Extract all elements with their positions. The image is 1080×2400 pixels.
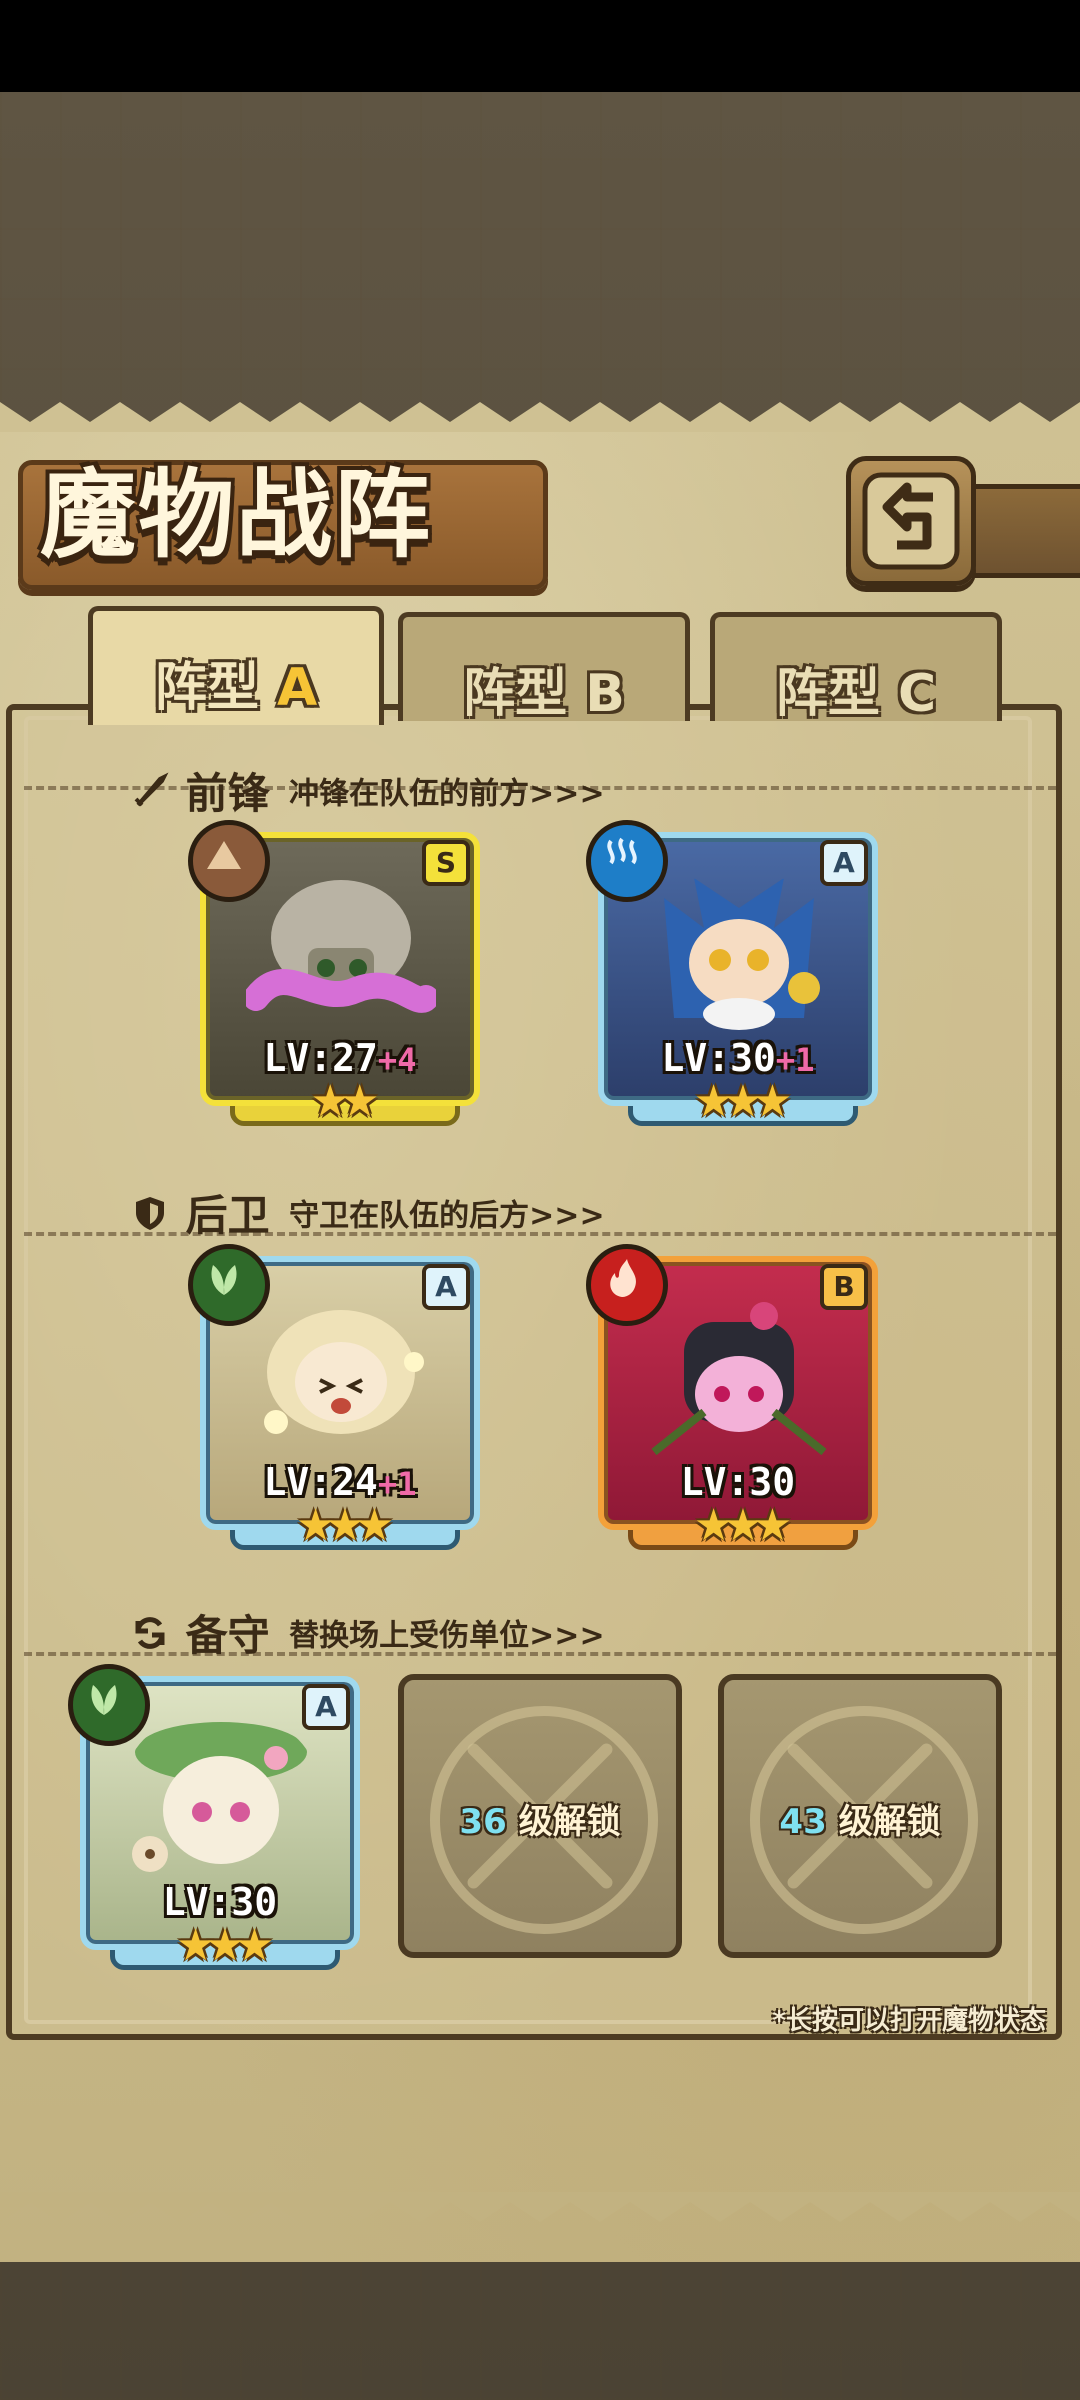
long-press-hint: *长按可以打开魔物状态 xyxy=(772,2006,1046,2036)
section-header-front: 前锋 冲锋在队伍的前方>>> xyxy=(130,760,605,821)
monster-portrait xyxy=(264,1310,424,1434)
grass-element-icon xyxy=(68,1664,150,1746)
unlock-requirement: 43 级解锁 xyxy=(779,1802,941,1842)
monster-portrait xyxy=(651,1302,827,1456)
water-element-icon xyxy=(586,820,668,902)
star-rating: ★★★ xyxy=(295,1500,394,1551)
star-rating: ★★★ xyxy=(693,1500,792,1551)
unit-card-rear-1[interactable]: LV:24+1 A ★★★ xyxy=(188,1244,480,1550)
section-desc-rear: 守卫在队伍的后方>>> xyxy=(289,1198,605,1234)
star-rating: ★★★ xyxy=(175,1920,274,1971)
sword-icon xyxy=(134,772,169,806)
torn-edge-top xyxy=(0,402,1080,432)
rank-badge: A xyxy=(422,1264,470,1310)
rank-badge: A xyxy=(820,840,868,886)
unit-level: LV:27+4 xyxy=(263,1036,417,1080)
section-heading-reserve: 备守 xyxy=(185,1611,270,1660)
locked-slot-1[interactable]: 36 级解锁 xyxy=(398,1674,682,1958)
back-button-tail xyxy=(960,484,1080,578)
unit-card-front-1[interactable]: LV:27+4 S ★★ xyxy=(188,820,480,1126)
tab-formation-c[interactable]: 阵型 C xyxy=(710,612,1002,724)
unlock-requirement: 36 级解锁 xyxy=(459,1802,621,1842)
earth-element-icon xyxy=(188,820,270,902)
monster-portrait xyxy=(132,1722,307,1872)
rank-badge: B xyxy=(820,1264,868,1310)
section-desc-front: 冲锋在队伍的前方>>> xyxy=(289,776,605,812)
section-header-rear: 后卫 守卫在队伍的后方>>> xyxy=(130,1182,605,1243)
unit-card-rear-2[interactable]: LV:30 B ★★★ xyxy=(586,1244,878,1550)
unit-card-reserve-1[interactable]: LV:30 A ★★★ xyxy=(68,1664,360,1970)
section-header-reserve: 备守 替换场上受伤单位>>> xyxy=(130,1602,605,1663)
rank-badge: A xyxy=(302,1684,350,1730)
page-title: 魔物战阵 xyxy=(40,458,432,571)
tab-formation-a[interactable]: 阵型 A xyxy=(88,606,384,725)
section-heading-front: 前锋 xyxy=(185,769,270,818)
fire-element-icon xyxy=(586,1244,668,1326)
back-button[interactable] xyxy=(846,456,976,586)
locked-slot-2[interactable]: 43 级解锁 xyxy=(718,1674,1002,1958)
unit-level: LV:30 xyxy=(680,1460,796,1504)
unit-level: LV:24+1 xyxy=(263,1460,417,1504)
tab-b-label: 阵型 B xyxy=(463,664,625,724)
tab-formation-b[interactable]: 阵型 B xyxy=(398,612,690,724)
section-heading-rear: 后卫 xyxy=(185,1191,270,1240)
monster-portrait xyxy=(664,878,820,1030)
star-rating: ★★ xyxy=(310,1076,380,1127)
star-rating: ★★★ xyxy=(693,1076,792,1127)
swap-icon xyxy=(135,1616,165,1649)
tab-c-label: 阵型 C xyxy=(775,664,937,724)
status-bar xyxy=(0,0,1080,92)
torn-edge-bottom xyxy=(0,2192,1080,2222)
shield-icon xyxy=(136,1196,164,1230)
grass-element-icon xyxy=(188,1244,270,1326)
unit-level: LV:30+1 xyxy=(661,1036,815,1080)
section-desc-reserve: 替换场上受伤单位>>> xyxy=(289,1618,605,1654)
unit-card-front-2[interactable]: LV:30+1 A ★★★ xyxy=(586,820,878,1126)
rank-badge: S xyxy=(422,840,470,886)
back-arrow-icon xyxy=(862,472,960,570)
unit-level: LV:30 xyxy=(162,1880,278,1924)
monster-portrait xyxy=(246,880,436,1013)
tab-a-label: 阵型 A xyxy=(154,658,318,718)
